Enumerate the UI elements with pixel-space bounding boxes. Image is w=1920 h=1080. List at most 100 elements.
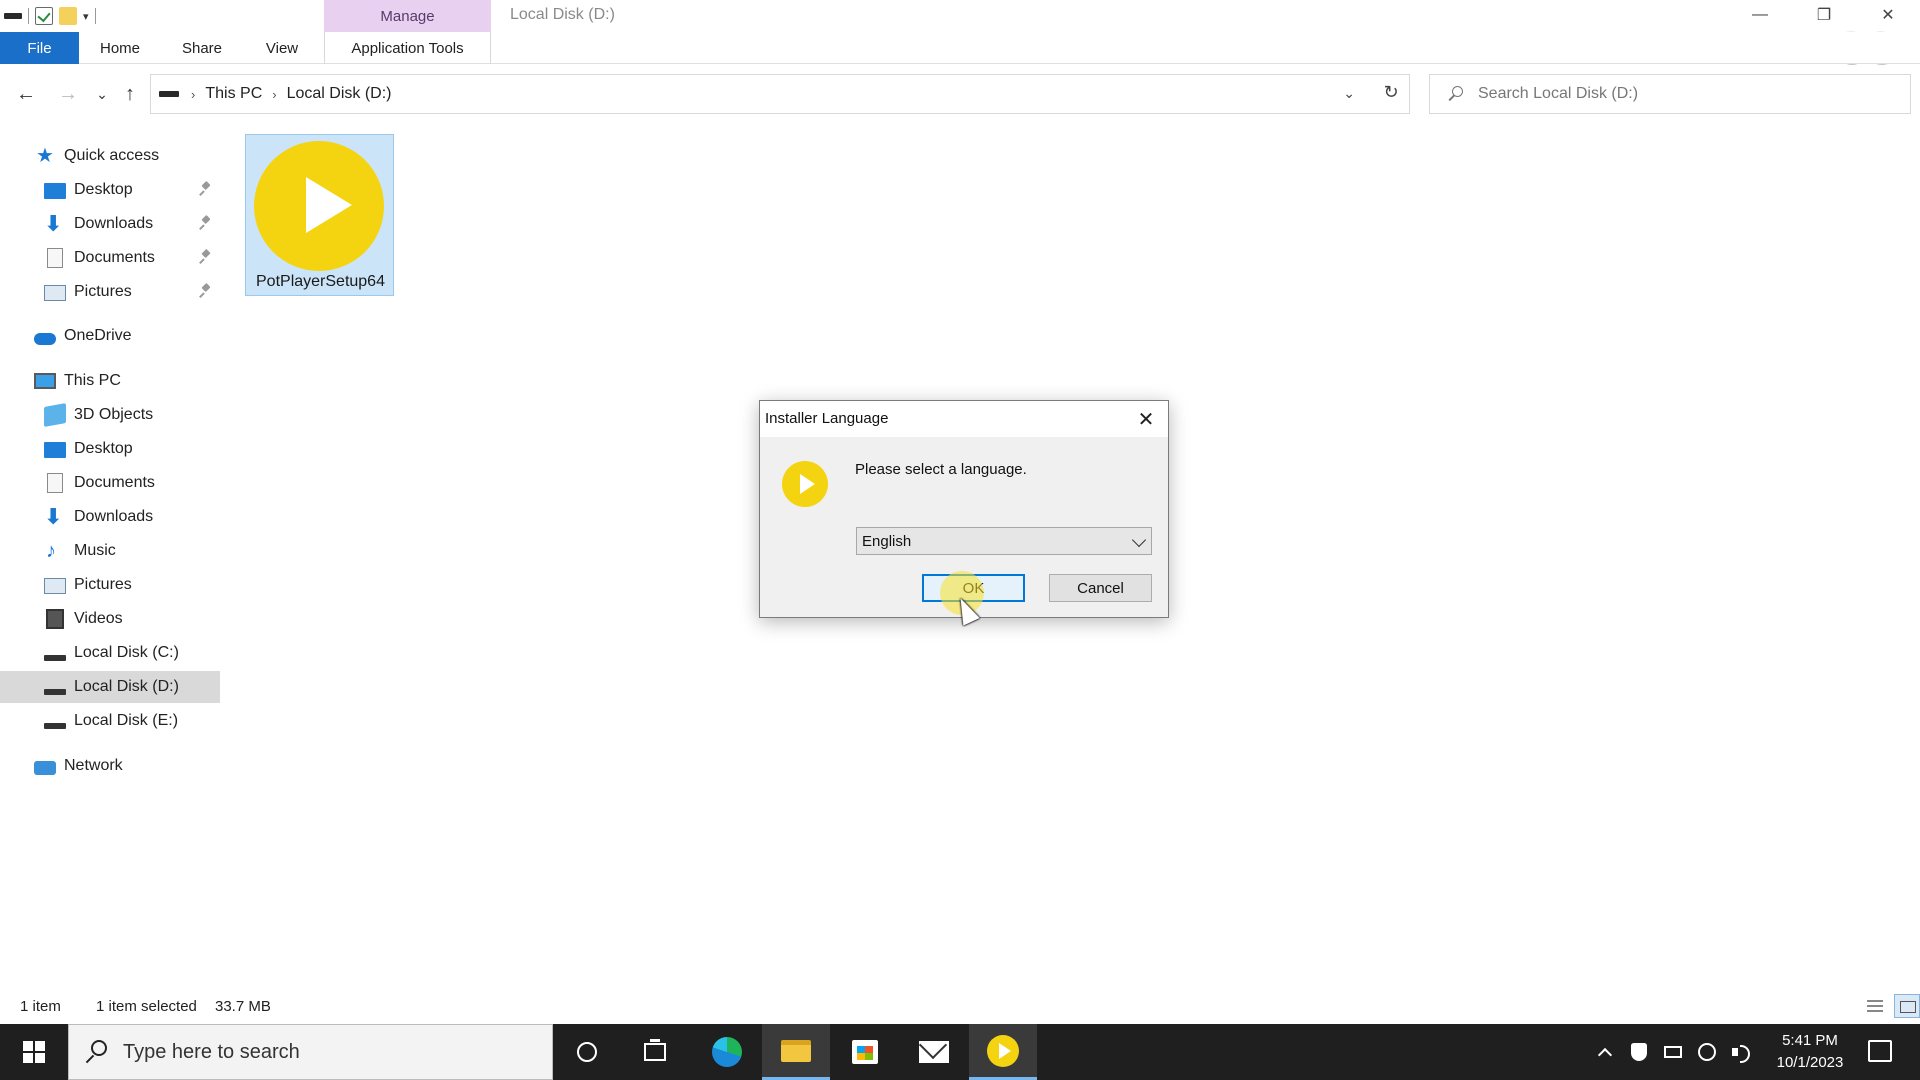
file-item[interactable]: PotPlayerSetup64 bbox=[245, 134, 394, 296]
sidebar-item-quick-access[interactable]: ★ Quick access bbox=[0, 140, 220, 172]
tab-view[interactable]: View bbox=[250, 32, 314, 64]
sidebar-item-downloads[interactable]: ⬇ Downloads bbox=[0, 208, 220, 240]
network-globe-icon[interactable] bbox=[1698, 1043, 1716, 1061]
pin-icon[interactable] bbox=[200, 284, 212, 298]
tab-application-tools[interactable]: Application Tools bbox=[324, 32, 491, 64]
language-select[interactable]: English bbox=[856, 527, 1152, 555]
sidebar-item-documents[interactable]: Documents bbox=[0, 242, 220, 274]
minimize-button[interactable]: — bbox=[1728, 0, 1792, 30]
cortana-button[interactable] bbox=[553, 1024, 621, 1080]
forward-arrow-icon[interactable]: → bbox=[56, 82, 80, 106]
sidebar-item-label: Local Disk (C:) bbox=[74, 644, 179, 661]
taskbar-clock[interactable]: 5:41 PM 10/1/2023 bbox=[1770, 1030, 1850, 1074]
back-arrow-icon[interactable]: ← bbox=[14, 82, 38, 106]
sidebar-item-network[interactable]: Network bbox=[0, 750, 220, 782]
edge-button[interactable] bbox=[693, 1024, 761, 1080]
taskbar-search-box[interactable]: Type here to search bbox=[68, 1024, 553, 1080]
cortana-icon bbox=[577, 1042, 597, 1062]
documents-icon bbox=[47, 473, 63, 493]
mail-button[interactable] bbox=[900, 1024, 968, 1080]
file-explorer-button[interactable] bbox=[762, 1024, 830, 1080]
sidebar-item-local-disk-d[interactable]: Local Disk (D:) bbox=[0, 671, 220, 703]
pin-icon[interactable] bbox=[200, 216, 212, 230]
recent-locations-icon[interactable]: ⌄ bbox=[90, 82, 114, 106]
desktop-icon bbox=[44, 442, 66, 458]
network-icon bbox=[34, 760, 56, 775]
sidebar-item-this-pc[interactable]: This PC bbox=[0, 365, 220, 397]
drive-icon bbox=[44, 689, 66, 695]
tab-home[interactable]: Home bbox=[86, 32, 154, 64]
sidebar-item-downloads[interactable]: ⬇ Downloads bbox=[0, 501, 220, 533]
taskbar-search-input[interactable]: Type here to search bbox=[123, 1041, 300, 1064]
chevron-right-icon[interactable]: › bbox=[272, 87, 276, 102]
drive-icon bbox=[4, 7, 22, 25]
details-view-icon[interactable] bbox=[1864, 996, 1886, 1016]
start-button[interactable] bbox=[0, 1024, 68, 1080]
pin-icon[interactable] bbox=[200, 250, 212, 264]
security-shield-icon[interactable] bbox=[1630, 1043, 1648, 1061]
search-box[interactable]: Search Local Disk (D:) bbox=[1429, 74, 1911, 114]
sidebar-item-pictures[interactable]: Pictures bbox=[0, 569, 220, 601]
battery-icon[interactable] bbox=[1664, 1043, 1682, 1061]
clock-time: 5:41 PM bbox=[1782, 1032, 1838, 1049]
mail-icon bbox=[919, 1041, 949, 1063]
sidebar-item-documents[interactable]: Documents bbox=[0, 467, 220, 499]
sidebar-item-label: Music bbox=[74, 542, 116, 559]
refresh-icon[interactable]: ↻ bbox=[1376, 80, 1406, 104]
title-bar: ▾ Manage Local Disk (D:) — ❐ ✕ bbox=[0, 0, 1920, 32]
notification-center-icon[interactable] bbox=[1868, 1040, 1892, 1062]
breadcrumb-this-pc[interactable]: This PC bbox=[205, 85, 262, 103]
task-view-button[interactable] bbox=[621, 1024, 689, 1080]
address-bar[interactable]: › This PC › Local Disk (D:) ⌄ bbox=[150, 74, 1410, 114]
large-icons-view-icon[interactable] bbox=[1894, 994, 1920, 1018]
breadcrumb-local-disk-d[interactable]: Local Disk (D:) bbox=[287, 85, 392, 103]
sidebar-item-label: Quick access bbox=[64, 147, 160, 164]
sidebar-item-pictures[interactable]: Pictures bbox=[0, 276, 220, 308]
sidebar-item-local-disk-c[interactable]: Local Disk (C:) bbox=[0, 637, 220, 669]
sidebar-item-3d-objects[interactable]: 3D Objects bbox=[0, 399, 220, 431]
chevron-down-icon[interactable]: ⌄ bbox=[1343, 85, 1355, 102]
up-arrow-icon[interactable]: ↑ bbox=[118, 82, 142, 106]
customize-toolbar-icon[interactable]: ▾ bbox=[83, 10, 89, 23]
status-bar: 1 item 1 item selected 33.7 MB bbox=[0, 992, 1920, 1022]
toolbar-separator bbox=[94, 8, 96, 24]
sidebar-item-label: Network bbox=[64, 757, 123, 774]
sidebar-item-desktop[interactable]: Desktop bbox=[0, 174, 220, 206]
properties-icon[interactable] bbox=[35, 7, 53, 25]
cancel-button[interactable]: Cancel bbox=[1049, 574, 1152, 602]
sidebar-item-onedrive[interactable]: OneDrive bbox=[0, 320, 220, 352]
store-button[interactable] bbox=[831, 1024, 899, 1080]
chevron-down-icon[interactable] bbox=[1131, 532, 1147, 548]
sidebar-item-label: Local Disk (D:) bbox=[74, 678, 179, 695]
clock-date: 10/1/2023 bbox=[1776, 1054, 1844, 1071]
sidebar-item-label: 3D Objects bbox=[74, 406, 154, 423]
tab-file[interactable]: File bbox=[0, 32, 79, 64]
potplayer-taskbar-button[interactable] bbox=[969, 1024, 1037, 1080]
store-icon bbox=[852, 1040, 878, 1064]
search-input[interactable]: Search Local Disk (D:) bbox=[1478, 85, 1638, 103]
music-icon: ♪ bbox=[46, 540, 56, 562]
sidebar-item-music[interactable]: ♪ Music bbox=[0, 535, 220, 567]
dialog-close-button[interactable]: ✕ bbox=[1132, 405, 1160, 433]
new-folder-icon[interactable] bbox=[59, 7, 77, 25]
drive-c-icon bbox=[44, 655, 66, 661]
sidebar-item-videos[interactable]: Videos bbox=[0, 603, 220, 635]
quick-access-toolbar: ▾ bbox=[4, 4, 96, 28]
navigation-pane: ★ Quick access Desktop ⬇ Downloads Docum… bbox=[0, 140, 222, 980]
manage-contextual-tab[interactable]: Manage bbox=[324, 0, 491, 32]
file-name: PotPlayerSetup64 bbox=[256, 273, 385, 290]
volume-icon[interactable] bbox=[1732, 1043, 1750, 1063]
window-title: Local Disk (D:) bbox=[510, 6, 615, 23]
videos-icon bbox=[46, 609, 64, 629]
sidebar-item-label: Documents bbox=[74, 249, 155, 266]
show-hidden-icons-button[interactable] bbox=[1596, 1043, 1614, 1063]
pin-icon[interactable] bbox=[200, 182, 212, 196]
star-icon: ★ bbox=[36, 145, 54, 167]
sidebar-item-desktop[interactable]: Desktop bbox=[0, 433, 220, 465]
potplayer-icon bbox=[987, 1034, 1019, 1067]
selection-size: 33.7 MB bbox=[215, 998, 271, 1015]
sidebar-item-local-disk-e[interactable]: Local Disk (E:) bbox=[0, 705, 220, 737]
tab-share[interactable]: Share bbox=[168, 32, 236, 64]
chevron-right-icon[interactable]: › bbox=[191, 87, 195, 102]
navigation-bar: ← → ⌄ ↑ › This PC › Local Disk (D:) ⌄ ↻ … bbox=[0, 72, 1920, 116]
